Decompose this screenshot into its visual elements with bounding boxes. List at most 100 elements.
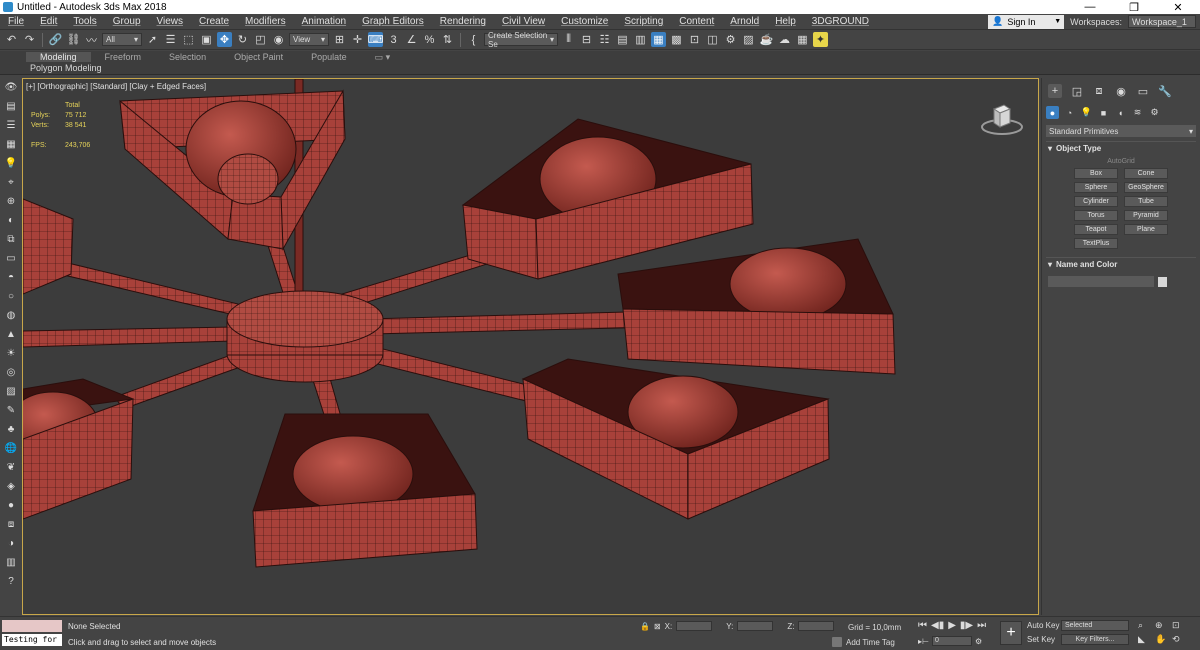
menu-customize[interactable]: Customize bbox=[553, 16, 616, 27]
select-by-name-icon[interactable]: ☰ bbox=[163, 32, 178, 47]
tab-populate[interactable]: Populate bbox=[297, 52, 361, 62]
toggle-scene-explorer-icon[interactable]: ☷ bbox=[597, 32, 612, 47]
curve-editor-icon[interactable]: ▩ bbox=[669, 32, 684, 47]
menu-3dground[interactable]: 3DGROUND bbox=[804, 16, 877, 27]
hatch-icon[interactable]: ▨ bbox=[4, 384, 19, 398]
box-icon[interactable]: ▭ bbox=[4, 251, 19, 265]
field-of-view-icon[interactable]: ◣ bbox=[1138, 634, 1152, 645]
globe-icon[interactable]: 🌐 bbox=[4, 441, 19, 455]
sun-icon[interactable]: ☀ bbox=[4, 346, 19, 360]
motion-tab-icon[interactable]: ◉ bbox=[1114, 84, 1128, 98]
perspective-viewport[interactable]: [+] [Orthographic] [Standard] [Clay + Ed… bbox=[22, 78, 1039, 615]
minimize-button[interactable]: — bbox=[1068, 1, 1112, 14]
grid-icon[interactable]: ▦ bbox=[4, 137, 19, 151]
light-icon[interactable]: 💡 bbox=[4, 156, 19, 170]
scale-icon[interactable]: ◰ bbox=[253, 32, 268, 47]
list-icon[interactable]: ☰ bbox=[4, 118, 19, 132]
window-crossing-icon[interactable]: ▣ bbox=[199, 32, 214, 47]
pivot-icon[interactable]: ⊞ bbox=[332, 32, 347, 47]
primitive-type-select[interactable]: Standard Primitives ▾ bbox=[1046, 125, 1196, 137]
menu-file[interactable]: File bbox=[0, 16, 32, 27]
ribbon-toggle-icon[interactable]: ▦ bbox=[651, 32, 666, 47]
spinner-snap-icon[interactable]: ⇅ bbox=[440, 32, 455, 47]
link-icon[interactable]: 🔗 bbox=[48, 32, 63, 47]
previous-frame-icon[interactable]: ◀▮ bbox=[931, 620, 944, 631]
menu-help[interactable]: Help bbox=[767, 16, 804, 27]
torus-button[interactable]: Torus bbox=[1074, 210, 1118, 221]
object-name-field[interactable] bbox=[1048, 276, 1154, 287]
menu-arnold[interactable]: Arnold bbox=[722, 16, 767, 27]
menu-views[interactable]: Views bbox=[149, 16, 192, 27]
sign-in-dropdown[interactable]: 👤 Sign In ▼ bbox=[988, 14, 1065, 29]
go-to-start-icon[interactable]: ⏮ bbox=[918, 620, 927, 631]
systems-icon[interactable]: ⚙ bbox=[1148, 106, 1161, 119]
eye-icon[interactable]: 👁 bbox=[4, 80, 19, 94]
tab-modeling[interactable]: Modeling bbox=[26, 52, 91, 62]
auto-key-button[interactable]: Auto Key bbox=[1027, 621, 1059, 630]
angle-snap-icon[interactable]: ∠ bbox=[404, 32, 419, 47]
render-icon[interactable]: ☕ bbox=[759, 32, 774, 47]
modify-tab-icon[interactable]: ◲ bbox=[1070, 84, 1084, 98]
pyramid-button[interactable]: Pyramid bbox=[1124, 210, 1168, 221]
tab-freeform[interactable]: Freeform bbox=[91, 52, 156, 62]
shape-icon[interactable]: ◐ bbox=[4, 213, 19, 227]
render-setup-icon[interactable]: ⚙ bbox=[723, 32, 738, 47]
object-color-swatch[interactable] bbox=[1158, 276, 1167, 287]
set-key-icon[interactable]: + bbox=[1000, 621, 1022, 645]
menu-edit[interactable]: Edit bbox=[32, 16, 65, 27]
undo-icon[interactable]: ↶ bbox=[4, 32, 19, 47]
key-filters-button[interactable]: Key Filters... bbox=[1061, 634, 1129, 645]
system-icon[interactable]: ⧉ bbox=[4, 232, 19, 246]
maximize-button[interactable]: ❐ bbox=[1112, 1, 1156, 14]
pan-icon[interactable]: ✋ bbox=[1155, 634, 1169, 645]
geometry-icon[interactable]: ● bbox=[1046, 106, 1059, 119]
menu-modifiers[interactable]: Modifiers bbox=[237, 16, 294, 27]
utilities-tab-icon[interactable]: 🔧 bbox=[1158, 84, 1172, 98]
select-manipulate-icon[interactable]: ✛ bbox=[350, 32, 365, 47]
key-mode-icon[interactable]: ▸⊢ bbox=[918, 637, 929, 646]
cone-button[interactable]: Cone bbox=[1124, 168, 1168, 179]
help-icon[interactable]: ? bbox=[4, 574, 19, 588]
unlink-icon[interactable]: ⛓ bbox=[66, 32, 81, 47]
plane-button[interactable]: Plane bbox=[1124, 224, 1168, 235]
move-icon[interactable]: ✥ bbox=[217, 32, 232, 47]
geosphere-button[interactable]: GeoSphere bbox=[1124, 182, 1168, 193]
current-frame-field[interactable]: 0 bbox=[931, 636, 972, 646]
reference-coord-select[interactable]: View ▾ bbox=[289, 33, 329, 46]
mirror-icon[interactable]: ⫴ bbox=[561, 32, 576, 47]
render-cloud-icon[interactable]: ☁ bbox=[777, 32, 792, 47]
selection-set-field[interactable]: Selected bbox=[1061, 620, 1129, 631]
render-iterative-icon[interactable]: ▦ bbox=[795, 32, 810, 47]
play-icon[interactable]: ▶ bbox=[948, 620, 956, 631]
leaf-icon[interactable]: ❦ bbox=[4, 460, 19, 474]
rect-select-icon[interactable]: ⬚ bbox=[181, 32, 196, 47]
zoom-icon[interactable]: ⌕ bbox=[1138, 620, 1152, 631]
tab-selection[interactable]: Selection bbox=[155, 52, 220, 62]
selection-filter-select[interactable]: All ▾ bbox=[102, 33, 142, 46]
ribbon-options-icon[interactable]: ▭ ▾ bbox=[361, 52, 405, 63]
time-config-icon[interactable]: ⚙ bbox=[975, 637, 982, 646]
helpers-icon[interactable]: ◖ bbox=[1114, 106, 1127, 119]
shapes-icon[interactable]: ◔ bbox=[1063, 106, 1076, 119]
material-icon[interactable]: ● bbox=[4, 498, 19, 512]
menu-animation[interactable]: Animation bbox=[294, 16, 354, 27]
menu-rendering[interactable]: Rendering bbox=[432, 16, 494, 27]
y-coordinate-field[interactable] bbox=[737, 621, 774, 631]
schematic-icon[interactable]: ⊡ bbox=[687, 32, 702, 47]
edit-named-sets-icon[interactable]: { bbox=[466, 32, 481, 47]
autogrid-checkbox[interactable]: AutoGrid bbox=[1042, 158, 1200, 165]
cylinder-button[interactable]: Cylinder bbox=[1074, 196, 1118, 207]
sphere-button[interactable]: Sphere bbox=[1074, 182, 1118, 193]
menu-create[interactable]: Create bbox=[191, 16, 237, 27]
arnold-icon[interactable]: ✦ bbox=[813, 32, 828, 47]
name-color-rollout-header[interactable]: ▾ Name and Color bbox=[1046, 257, 1196, 270]
box-button[interactable]: Box bbox=[1074, 168, 1118, 179]
zoom-all-icon[interactable]: ⊕ bbox=[1155, 620, 1169, 631]
display-tab-icon[interactable]: ▭ bbox=[1136, 84, 1150, 98]
x-coordinate-field[interactable] bbox=[676, 621, 713, 631]
bind-icon[interactable]: 〰 bbox=[84, 32, 99, 47]
set-key-button[interactable]: Set Key bbox=[1027, 635, 1059, 644]
go-to-end-icon[interactable]: ⏭ bbox=[977, 620, 986, 631]
tube-button[interactable]: Tube bbox=[1124, 196, 1168, 207]
object-type-rollout-header[interactable]: ▾ Object Type bbox=[1046, 141, 1196, 154]
